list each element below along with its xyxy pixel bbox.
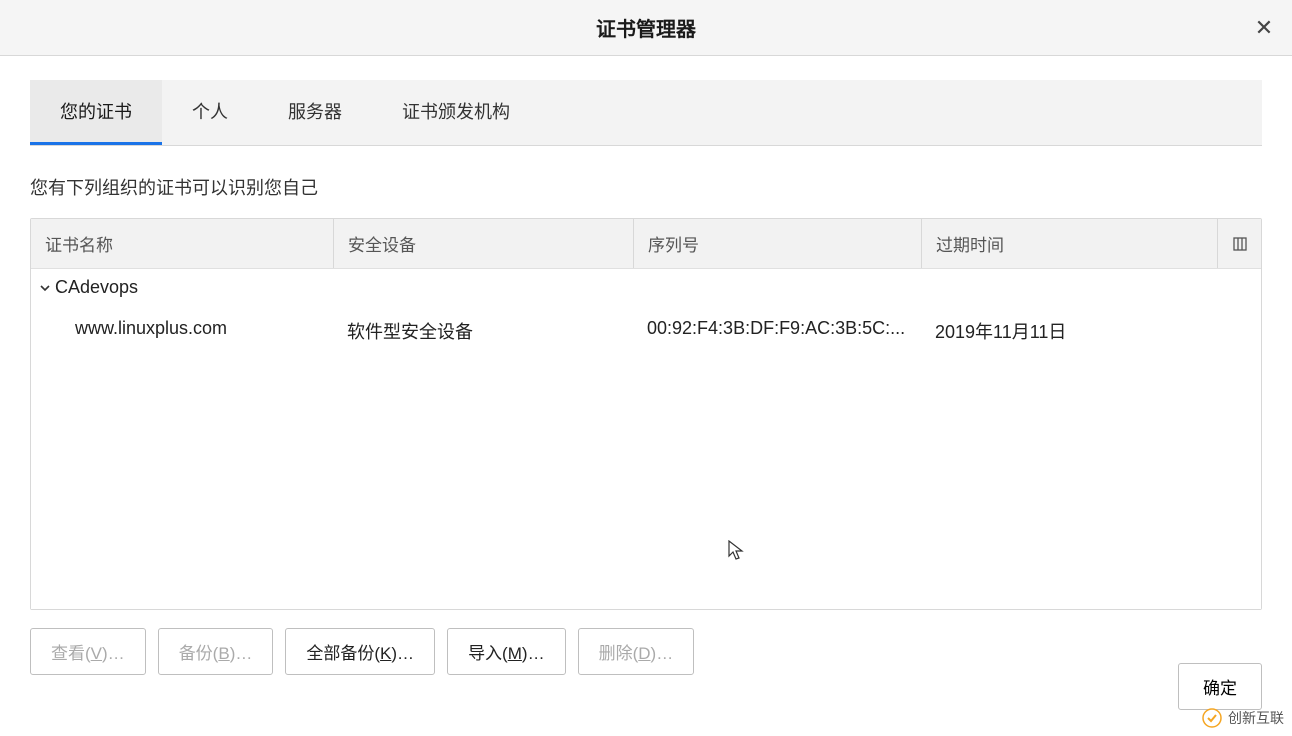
watermark-icon: [1202, 708, 1222, 728]
cell-serial: 00:92:F4:3B:DF:F9:AC:3B:5C:...: [633, 314, 921, 348]
th-cert-name[interactable]: 证书名称: [31, 219, 333, 268]
tab-authorities[interactable]: 证书颁发机构: [372, 80, 540, 145]
footer: 确定: [1178, 663, 1262, 710]
table-row[interactable]: www.linuxplus.com 软件型安全设备 00:92:F4:3B:DF…: [31, 306, 1261, 356]
tabs-bar: 您的证书 个人 服务器 证书颁发机构: [30, 80, 1262, 146]
backup-button[interactable]: 备份(B)…: [158, 628, 274, 675]
table-header-row: 证书名称 安全设备 序列号 过期时间: [31, 219, 1261, 269]
columns-icon: [1233, 237, 1247, 251]
tab-label: 个人: [192, 102, 228, 122]
backup-all-button[interactable]: 全部备份(K)…: [285, 628, 435, 675]
titlebar: 证书管理器 ✕: [0, 0, 1292, 56]
import-button[interactable]: 导入(M)…: [447, 628, 566, 675]
chevron-down-icon: [37, 280, 53, 296]
section-subtitle: 您有下列组织的证书可以识别您自己: [30, 174, 1262, 200]
content-area: 您的证书 个人 服务器 证书颁发机构 您有下列组织的证书可以识别您自己 证书名称…: [0, 56, 1292, 695]
th-security-device[interactable]: 安全设备: [333, 219, 633, 268]
table-group-row[interactable]: CAdevops: [31, 269, 1261, 306]
tab-your-certificates[interactable]: 您的证书: [30, 80, 162, 145]
group-name: CAdevops: [55, 277, 138, 298]
certificates-table: 证书名称 安全设备 序列号 过期时间 CAdevops: [30, 218, 1262, 610]
tab-label: 证书颁发机构: [402, 102, 510, 122]
tab-servers[interactable]: 服务器: [258, 80, 372, 145]
ok-button[interactable]: 确定: [1178, 663, 1262, 710]
tab-label: 您的证书: [60, 102, 132, 122]
tab-personal[interactable]: 个人: [162, 80, 258, 145]
dialog-title: 证书管理器: [596, 13, 696, 42]
certificate-manager-dialog: 证书管理器 ✕ 您的证书 个人 服务器 证书颁发机构 您有下列组织的证书可以识别…: [0, 0, 1292, 736]
close-icon[interactable]: ✕: [1250, 14, 1278, 42]
view-button[interactable]: 查看(V)…: [30, 628, 146, 675]
column-picker-icon[interactable]: [1217, 219, 1261, 268]
th-expiry[interactable]: 过期时间: [921, 219, 1217, 268]
th-serial-number[interactable]: 序列号: [633, 219, 921, 268]
cell-expiry: 2019年11月11日: [921, 314, 1261, 348]
action-button-row: 查看(V)… 备份(B)… 全部备份(K)… 导入(M)… 删除(D)…: [30, 628, 1262, 675]
cell-cert-name: www.linuxplus.com: [31, 314, 333, 348]
watermark: 创新互联: [1202, 708, 1284, 728]
tab-label: 服务器: [288, 102, 342, 122]
table-body[interactable]: CAdevops www.linuxplus.com 软件型安全设备 00:92…: [31, 269, 1261, 609]
cell-security-device: 软件型安全设备: [333, 314, 633, 348]
delete-button[interactable]: 删除(D)…: [578, 628, 695, 675]
watermark-text: 创新互联: [1228, 708, 1284, 728]
